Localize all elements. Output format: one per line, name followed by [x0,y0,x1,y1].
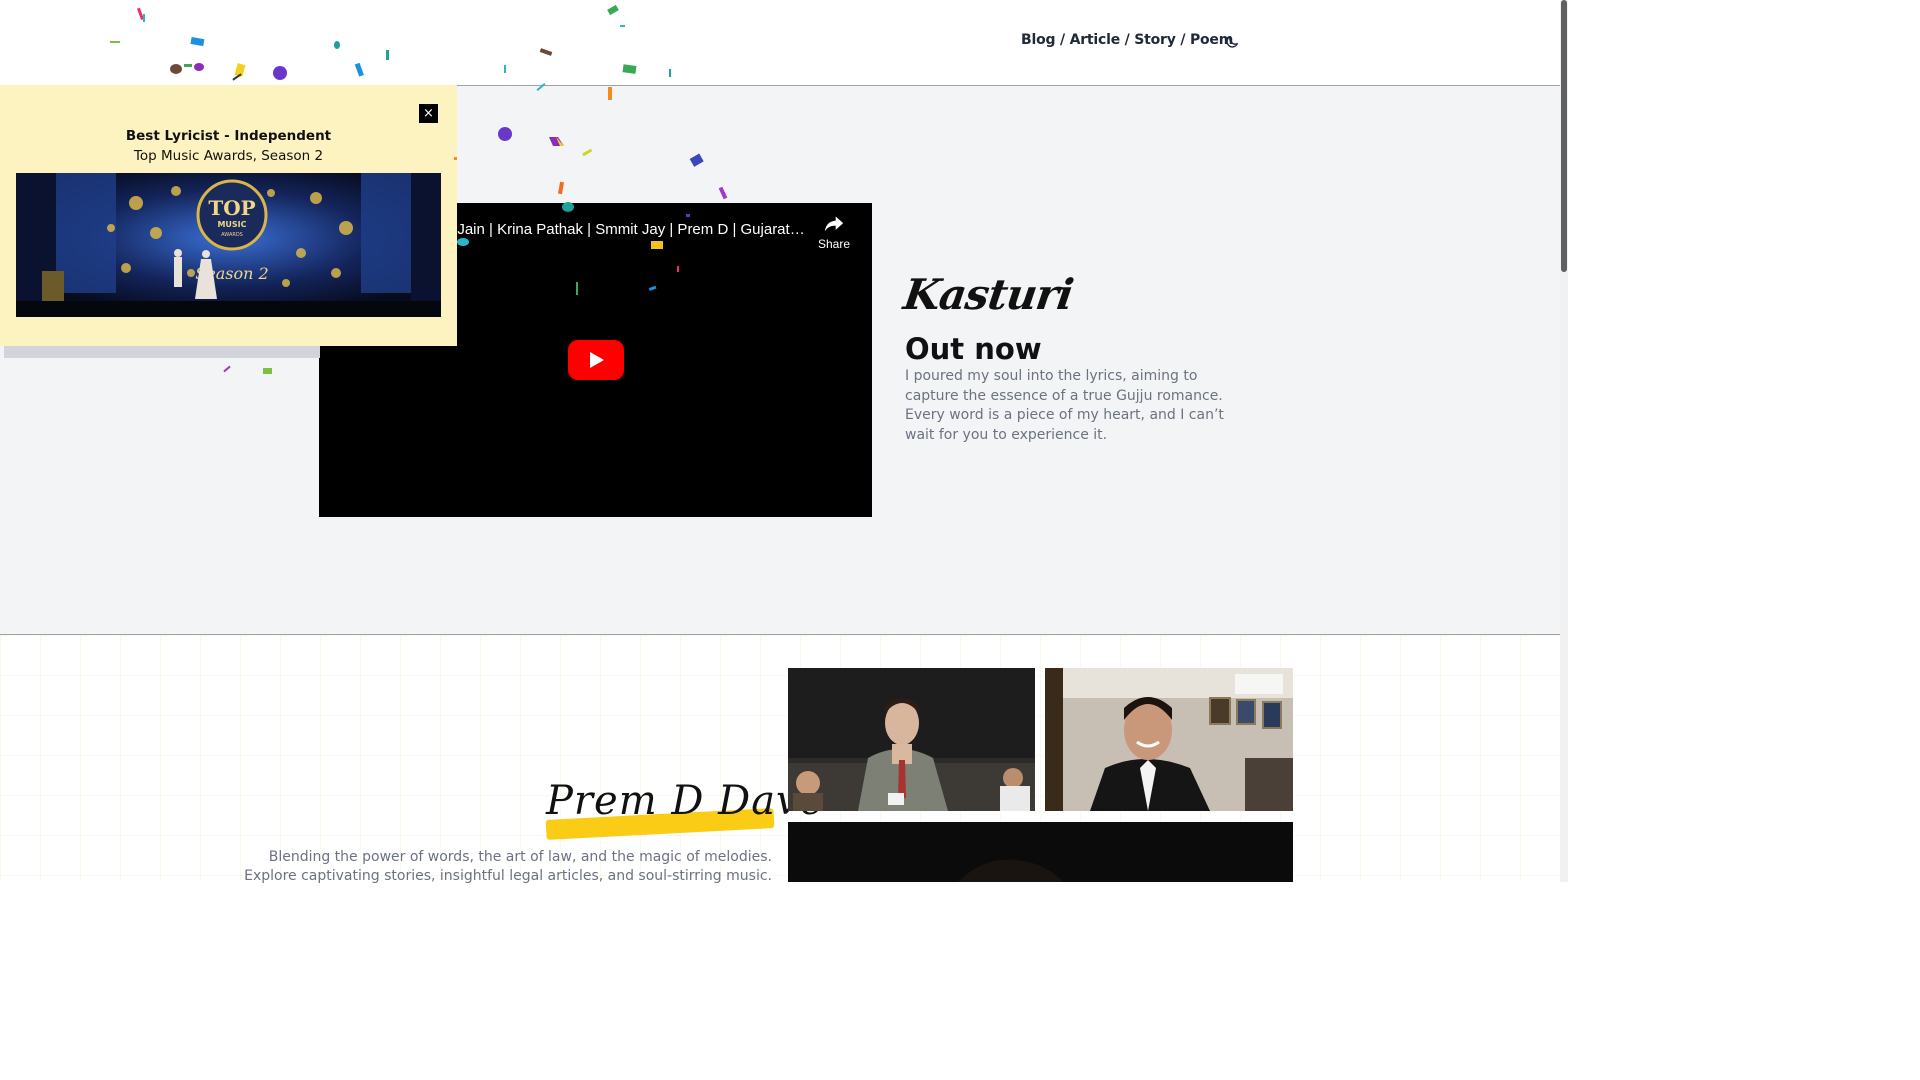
about-tagline: Explore captivating stories, insightful … [244,868,772,884]
award-logo-top: TOP [208,196,255,220]
award-popup: × Best Lyricist - Independent Top Music … [0,85,457,346]
about-section [0,635,1560,882]
site-header: Blog / Article / Story / Poem [0,0,1560,86]
award-logo-awards: AWARDS [221,232,243,238]
popup-close-button[interactable]: × [419,104,438,123]
share-label: Share [817,237,851,251]
hero-paragraph: I poured my soul into the lyrics, aiming… [905,368,1223,404]
scrollbar-thumb[interactable] [1561,0,1567,272]
youtube-play-icon[interactable] [568,340,624,380]
hero-heading: Out now [905,332,1042,366]
award-logo-music: MUSIC [217,220,246,229]
moon-icon[interactable] [1224,34,1240,50]
song-title: Kasturi [900,270,1076,319]
popup-shadow [4,346,320,358]
author-name: Prem D Dave [546,778,825,824]
hero-paragraph: Every word is a piece of my heart, and I… [905,407,1224,443]
video-title[interactable]: t Jain | Krina Pathak | Smmit Jay | Prem… [449,221,805,238]
author-photo-dark [788,822,1293,882]
author-name-block: Prem D Dave [540,778,823,840]
popup-title: Best Lyricist - Independent [125,128,332,144]
author-photo-smile [1045,668,1293,811]
hero-description: I poured my soul into the lyrics, aiming… [905,367,1235,445]
author-photo-suit [788,668,1035,811]
share-icon [824,216,844,232]
popup-subtitle: Top Music Awards, Season 2 [133,148,324,164]
about-tagline: Blending the power of words, the art of … [268,849,772,865]
award-stage-photo: TOP MUSIC AWARDS Season 2 [16,173,441,317]
nav-link-blog[interactable]: Blog / Article / Story / Poem [1021,32,1233,48]
share-button[interactable]: Share [812,213,856,251]
